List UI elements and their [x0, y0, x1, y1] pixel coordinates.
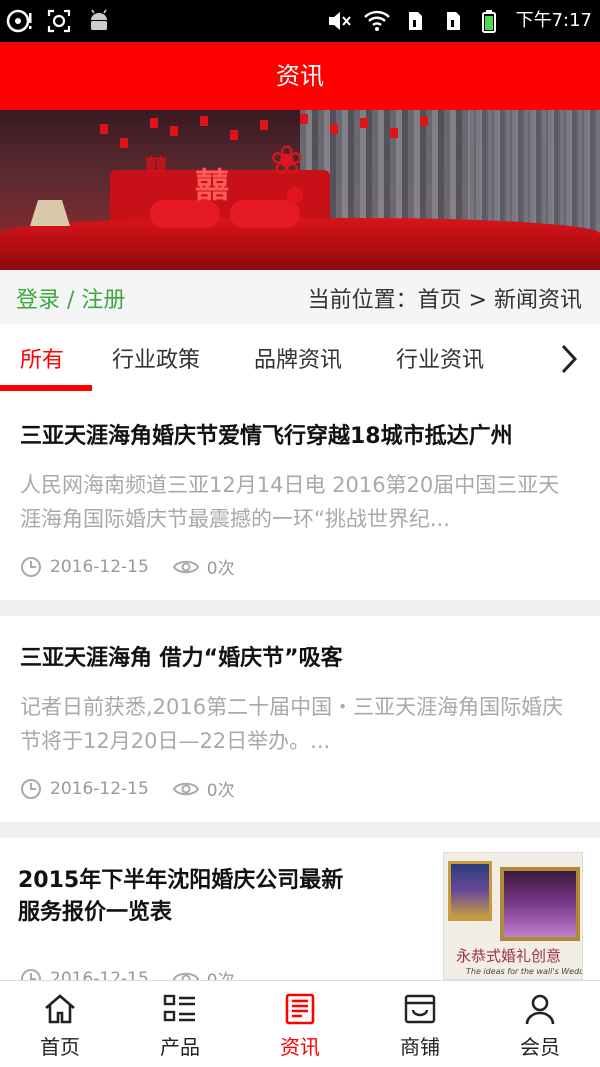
- news-item[interactable]: 三亚天涯海角 借力“婚庆节”吸客 记者日前获悉,2016第二十届中国・三亚天涯海…: [0, 616, 600, 822]
- nav-store[interactable]: 商铺: [360, 981, 480, 1067]
- eye-icon: [172, 782, 199, 795]
- sim1-icon: [408, 12, 422, 30]
- login-register-link[interactable]: 登录 / 注册: [16, 282, 125, 314]
- news-summary: 记者日前获悉,2016第二十届中国・三亚天涯海角国际婚庆节将于12月20日—22…: [20, 695, 564, 753]
- news-summary: 人民网海南频道三亚12月14日电 2016第20届中国三亚天涯海角国际婚庆节最震…: [20, 473, 560, 531]
- eye-icon: [172, 560, 199, 573]
- mute-icon: [328, 12, 351, 30]
- bottom-nav: 首页 产品 资讯 商铺 会员: [0, 980, 600, 1067]
- news-thumbnail[interactable]: 永恭式婚礼创意 The ideas for the wall's Wedding: [443, 852, 583, 980]
- news-title: 三亚天涯海角 借力“婚庆节”吸客: [20, 646, 343, 671]
- battery-icon: [481, 10, 496, 33]
- thumbnail-subcaption: The ideas for the wall's Wedding: [466, 967, 582, 976]
- news-title: 三亚天涯海角婚庆节爱情飞行穿越18城市抵达广州: [20, 424, 513, 449]
- store-icon: [404, 994, 436, 1024]
- nav-home[interactable]: 首页: [0, 981, 120, 1067]
- tab-all[interactable]: 所有: [20, 342, 64, 374]
- clock-icon: [21, 556, 41, 577]
- nav-store-label: 商铺: [400, 1035, 440, 1059]
- page-title: 资讯: [276, 62, 324, 90]
- banner-image[interactable]: 囍 囍 ❀ ●: [0, 110, 600, 270]
- app-header: 资讯: [0, 42, 600, 110]
- nav-news[interactable]: 资讯: [240, 981, 360, 1067]
- news-date: 2016-12-15: [50, 778, 149, 799]
- status-time: 下午7:17: [515, 10, 592, 31]
- news-meta: 2016-12-15 0次: [20, 776, 235, 801]
- news-views: 0次: [206, 781, 235, 801]
- tab-industry-news[interactable]: 行业资讯: [396, 342, 484, 374]
- sim2-icon: [446, 12, 460, 30]
- android-icon: [91, 9, 107, 30]
- news-item[interactable]: 三亚天涯海角婚庆节爱情飞行穿越18城市抵达广州 人民网海南频道三亚12月14日电…: [0, 394, 600, 600]
- home-icon: [45, 994, 75, 1024]
- nav-home-label: 首页: [40, 1035, 80, 1059]
- active-tab-indicator: [0, 385, 92, 391]
- sub-bar: 登录 / 注册 当前位置：首页 > 新闻资讯: [0, 270, 600, 324]
- nav-member-label: 会员: [520, 1035, 560, 1059]
- list-icon: [163, 994, 195, 1022]
- news-title-line1: 2015年下半年沈阳婚庆公司最新: [18, 868, 344, 893]
- nav-member[interactable]: 会员: [480, 981, 600, 1067]
- tab-industry-policy[interactable]: 行业政策: [112, 342, 200, 374]
- tab-brand-news[interactable]: 品牌资讯: [254, 342, 342, 374]
- disc-icon: [6, 9, 32, 33]
- news-date: 2016-12-15: [50, 556, 149, 577]
- status-bar: 下午7:17: [0, 0, 600, 42]
- chevron-right-icon: [561, 344, 578, 374]
- nav-news-label: 资讯: [280, 1035, 320, 1059]
- nav-products-label: 产品: [160, 1035, 200, 1059]
- nav-products[interactable]: 产品: [120, 981, 240, 1067]
- thumbnail-caption: 永恭式婚礼创意: [456, 947, 562, 965]
- news-title-line2: 服务报价一览表: [18, 900, 173, 925]
- news-meta: 2016-12-15 0次: [20, 554, 235, 579]
- user-icon: [525, 994, 555, 1025]
- screenshot-icon: [47, 9, 71, 33]
- wifi-icon: [363, 10, 390, 31]
- category-tabs: 所有 行业政策 品牌资讯 行业资讯: [0, 324, 600, 394]
- breadcrumb: 当前位置：首页 > 新闻资讯: [307, 288, 582, 313]
- clock-icon: [21, 778, 41, 799]
- tabs-scroll-right-button[interactable]: [538, 324, 600, 394]
- news-icon: [285, 993, 315, 1025]
- news-views: 0次: [206, 559, 235, 579]
